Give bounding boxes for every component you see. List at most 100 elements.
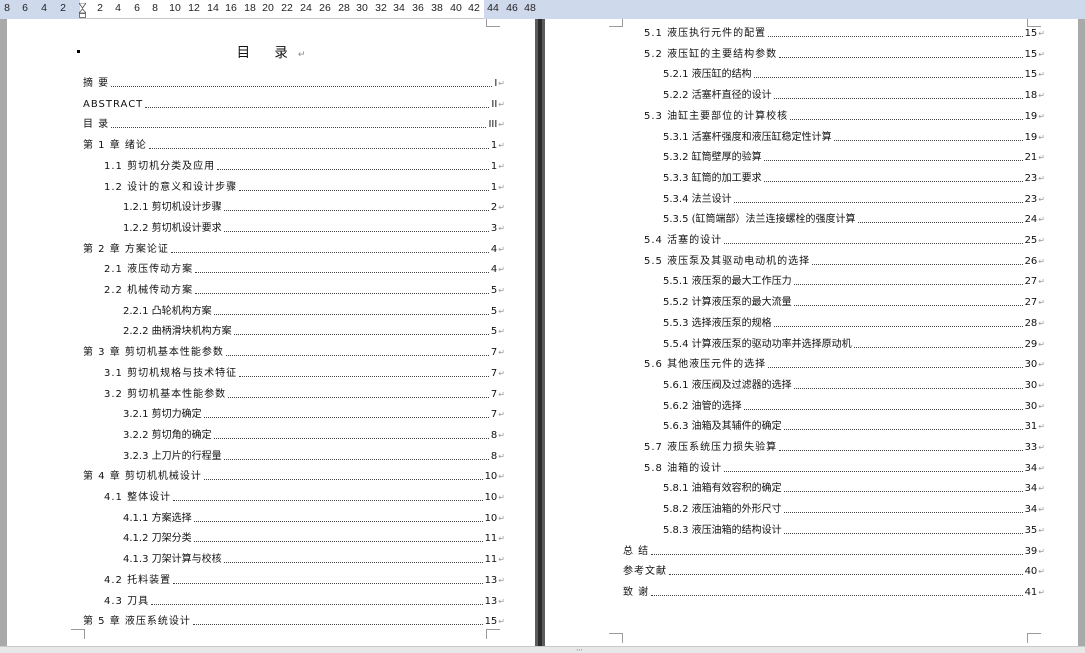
crop-mark (71, 629, 85, 639)
toc-entry[interactable]: 5.1 液压执行元件的配置 15 ↵ (644, 27, 1045, 40)
toc-entry[interactable]: 1.1 剪切机分类及应用 1 ↵ (104, 160, 505, 173)
toc-entry-label: 2.1 液压传动方案 (104, 264, 194, 276)
toc-entry-page: 10 (484, 492, 498, 503)
toc-entry-label: 总 结 (623, 545, 650, 557)
toc-entry[interactable]: 4.1.2 刀架分类 11 ↵ (123, 532, 505, 545)
toc-entry[interactable]: 致 谢 41 ↵ (623, 586, 1045, 599)
toc-entry-label: 5.8.3 液压油箱的结构设计 (663, 524, 782, 536)
toc-entry[interactable]: 5.8 油箱的设计 34 ↵ (644, 462, 1045, 475)
toc-entry-page: 1 (490, 160, 498, 172)
paragraph-mark-icon: ↵ (498, 410, 505, 420)
toc-entry[interactable]: 3.2 剪切机基本性能参数 7 ↵ (104, 388, 505, 401)
dot-leader (753, 77, 1023, 79)
ruler-tick-label: 26 (319, 2, 331, 14)
toc-entry[interactable]: 1.2 设计的意义和设计步骤 1 ↵ (104, 181, 505, 194)
ruler-tick-label: 2 (60, 2, 66, 14)
toc-entry[interactable]: 5.2.2 活塞杆直径的设计 18 ↵ (663, 89, 1045, 102)
toc-entry[interactable]: 3.2.2 剪切角的确定 8 ↵ (123, 429, 505, 442)
toc-entry[interactable]: 摘 要 I ↵ (83, 77, 505, 90)
toc-entry-label: 5.3.4 法兰设计 (663, 193, 732, 205)
paragraph-mark-icon: ↵ (1038, 173, 1045, 183)
toc-entry[interactable]: 5.6.3 油箱及其辅件的确定 31 ↵ (663, 420, 1045, 433)
ruler-tick-label: 20 (262, 2, 274, 14)
toc-entry-label: 5.3.1 活塞杆强度和液压缸稳定性计算 (663, 131, 832, 143)
toc-entry[interactable]: 第 2 章 方案论证 4 ↵ (83, 243, 505, 256)
paragraph-mark-icon: ↵ (1038, 194, 1045, 204)
toc-entry[interactable]: 5.3.3 缸筒的加工要求 23 ↵ (663, 172, 1045, 185)
toc-entry-label: ABSTRACT (83, 98, 144, 110)
toc-entry[interactable]: 5.8.3 液压油箱的结构设计 35 ↵ (663, 524, 1045, 537)
toc-entry[interactable]: 5.3 油缸主要部位的计算校核 19 ↵ (644, 110, 1045, 123)
scroll-grip-icon[interactable]: ⋯ (570, 647, 590, 653)
document-viewport[interactable]: 目 录↵ 摘 要 I ↵ ABSTRACT II ↵ 目 录 III ↵ 第 1 章 绪论 1 ↵ 1.… (0, 19, 1085, 646)
toc-entry[interactable]: 第 3 章 剪切机基本性能参数 7 ↵ (83, 346, 505, 359)
ruler-tick-label: 8 (152, 2, 158, 14)
toc-entry[interactable]: 5.2.1 液压缸的结构 15 ↵ (663, 68, 1045, 81)
toc-entry[interactable]: 第 4 章 剪切机机械设计 10 ↵ (83, 470, 505, 483)
toc-entry[interactable]: 第 5 章 液压系统设计 15 ↵ (83, 615, 505, 628)
toc-entry-label: 5.6.2 油管的选择 (663, 400, 742, 412)
dot-leader (733, 201, 1023, 203)
toc-entry[interactable]: 4.3 刀具 13 ↵ (104, 595, 505, 608)
toc-entry[interactable]: 4.1.1 方案选择 10 ↵ (123, 512, 505, 525)
toc-entry[interactable]: 2.2.1 凸轮机构方案 5 ↵ (123, 305, 505, 318)
toc-entry[interactable]: 1.2.1 剪切机设计步骤 2 ↵ (123, 201, 505, 214)
toc-entry[interactable]: 5.3.4 法兰设计 23 ↵ (663, 193, 1045, 206)
paragraph-mark-icon: ↵ (1038, 70, 1045, 80)
page-separator (535, 19, 545, 646)
toc-entry-page: 15 (1024, 48, 1038, 60)
toc-entry-label: 2.2.1 凸轮机构方案 (123, 305, 212, 317)
toc-entry[interactable]: 3.2.1 剪切力确定 7 ↵ (123, 408, 505, 421)
toc-entry[interactable]: 1.2.2 剪切机设计要求 3 ↵ (123, 222, 505, 235)
toc-entry[interactable]: 5.6 其他液压元件的选择 30 ↵ (644, 358, 1045, 371)
toc-entry-page: 13 (484, 595, 498, 607)
toc-entry-page: 27 (1024, 276, 1038, 288)
document-page-right[interactable]: 5.1 液压执行元件的配置 15 ↵ 5.2 液压缸的主要结构参数 15 ↵ 5.2.1 液… (545, 19, 1078, 646)
toc-entry[interactable]: 5.8.2 液压油箱的外形尺寸 34 ↵ (663, 503, 1045, 516)
toc-entry[interactable]: 5.4 活塞的设计 25 ↵ (644, 234, 1045, 247)
paragraph-mark-icon: ↵ (498, 182, 505, 192)
ruler-tick-label: 44 (487, 2, 499, 14)
toc-entry[interactable]: 2.2.2 曲柄滑块机构方案 5 ↵ (123, 325, 505, 338)
toc-entry[interactable]: 3.1 剪切机规格与技术特征 7 ↵ (104, 367, 505, 380)
toc-entry[interactable]: 5.5.3 选择液压泵的规格 28 ↵ (663, 317, 1045, 330)
paragraph-mark-icon: ↵ (498, 368, 505, 378)
toc-entry[interactable]: 总 结 39 ↵ (623, 545, 1045, 558)
paragraph-mark-icon: ↵ (1038, 567, 1045, 577)
toc-entry[interactable]: 5.3.5 (缸筒端部）法兰连接螺栓的强度计算 24 ↵ (663, 213, 1045, 226)
toc-entry[interactable]: 目 录 III ↵ (83, 118, 505, 131)
document-page-left[interactable]: 目 录↵ 摘 要 I ↵ ABSTRACT II ↵ 目 录 III ↵ 第 1 章 绪论 1 ↵ 1.… (7, 19, 535, 646)
paragraph-mark-icon: ↵ (498, 265, 505, 275)
toc-entry[interactable]: 5.5.1 液压泵的最大工作压力 27 ↵ (663, 275, 1045, 288)
indent-marker-icon[interactable] (79, 3, 86, 18)
toc-entry[interactable]: 5.6.2 油管的选择 30 ↵ (663, 400, 1045, 413)
toc-entry[interactable]: 4.2 托料装置 13 ↵ (104, 574, 505, 587)
toc-entry[interactable]: 2.1 液压传动方案 4 ↵ (104, 263, 505, 276)
paragraph-mark-icon: ↵ (1038, 484, 1045, 494)
toc-entry[interactable]: 5.6.1 液压阀及过滤器的选择 30 ↵ (663, 379, 1045, 392)
toc-entry[interactable]: 4.1 整体设计 10 ↵ (104, 491, 505, 504)
toc-entry[interactable]: 5.5.2 计算液压泵的最大流量 27 ↵ (663, 296, 1045, 309)
toc-entry-page: 30 (1024, 379, 1038, 391)
toc-entry-label: 3.2.3 上刀片的行程量 (123, 450, 222, 462)
toc-entry[interactable]: 2.2 机械传动方案 5 ↵ (104, 284, 505, 297)
toc-entry-page: 11 (484, 533, 498, 545)
toc-entry[interactable]: 第 1 章 绪论 1 ↵ (83, 139, 505, 152)
toc-entry[interactable]: 5.7 液压系统压力损失验算 33 ↵ (644, 441, 1045, 454)
toc-entry[interactable]: 5.2 液压缸的主要结构参数 15 ↵ (644, 48, 1045, 61)
toc-entry[interactable]: 3.2.3 上刀片的行程量 8 ↵ (123, 450, 505, 463)
toc-entry[interactable]: 4.1.3 刀架计算与校核 11 ↵ (123, 553, 505, 566)
toc-entry[interactable]: 参考文献 40 ↵ (623, 565, 1045, 578)
toc-entry-page: II (491, 98, 498, 110)
toc-entry[interactable]: 5.3.1 活塞杆强度和液压缸稳定性计算 19 ↵ (663, 131, 1045, 144)
dot-leader (192, 624, 483, 626)
toc-entry[interactable]: ABSTRACT II ↵ (83, 98, 505, 111)
horizontal-scrollbar[interactable]: ⋯ (0, 646, 1085, 653)
toc-entry[interactable]: 5.5 液压泵及其驱动电动机的选择 26 ↵ (644, 255, 1045, 268)
toc-entry[interactable]: 5.3.2 缸筒壁厚的验算 21 ↵ (663, 151, 1045, 164)
toc-entry[interactable]: 5.5.4 计算液压泵的驱动功率并选择原动机 29 ↵ (663, 338, 1045, 351)
toc-entry-label: 致 谢 (623, 586, 650, 598)
toc-entry-page: 13 (484, 574, 498, 586)
horizontal-ruler[interactable]: 8 6 4 2 2 4 6 8 10 12 14 16 18 20 22 24 26 28 30 32 34 36 38 40… (0, 0, 1085, 19)
toc-entry[interactable]: 5.8.1 油箱有效容积的确定 34 ↵ (663, 482, 1045, 495)
